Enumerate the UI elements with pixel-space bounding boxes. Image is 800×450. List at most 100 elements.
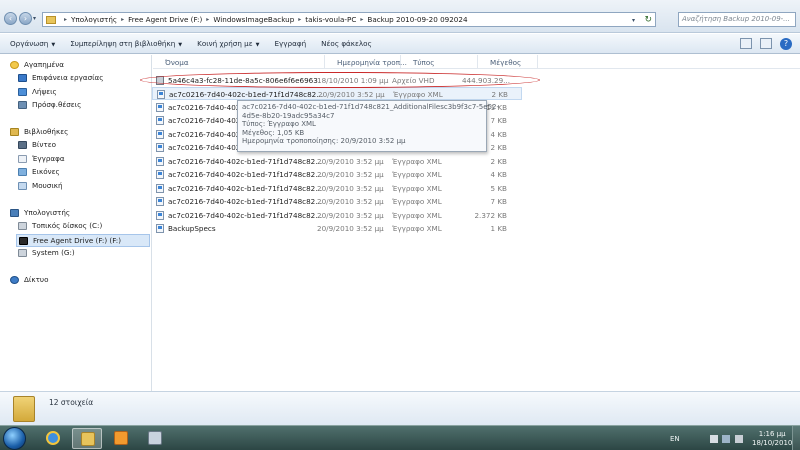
search-input[interactable]: Αναζήτηση Backup 2010-09-... [678,12,796,27]
breadcrumb-drive[interactable]: Free Agent Drive (F:) [128,15,202,24]
chevron-down-icon[interactable]: ▾ [632,17,635,24]
item-count: 12 στοιχεία [49,398,94,407]
xml-file-icon [156,116,164,125]
tooltip-size: Μέγεθος: 1,05 KB [242,128,305,137]
nav-free-agent-drive[interactable]: Free Agent Drive (F:) (F:) [16,234,150,247]
file-size: 2 KB [490,157,507,166]
column-name[interactable]: Όνομα [153,55,325,69]
media-player-icon [114,431,128,445]
new-folder-button[interactable]: Νέος φάκελος [321,39,372,48]
system-clock[interactable]: 1:16 μμ 18/10/2010 [752,430,792,448]
xml-file-icon [156,157,164,166]
file-size: 5 KB [490,184,507,193]
share-with-menu[interactable]: Κοινή χρήση με ▼ [197,39,259,48]
taskbar-network-app[interactable] [140,428,170,449]
file-row[interactable]: ac7c0216-7d40-402c-b1ed-71f1d748c82... 2… [152,155,522,168]
chevron-down-icon: ▼ [51,42,56,48]
xml-file-icon [156,211,164,220]
nav-pictures[interactable]: Εικόνες [18,167,60,176]
network-icon [10,275,19,284]
file-date: 20/9/2010 3:52 μμ [317,211,384,220]
external-drive-icon [19,236,28,245]
show-desktop-button[interactable] [792,426,800,450]
taskbar: EN 1:16 μμ 18/10/2010 [0,425,800,450]
clock-time: 1:16 μμ [758,430,786,438]
include-library-label: Συμπερίληψη στη βιβλιοθήκη [70,39,176,48]
nav-recent-places[interactable]: Πρόσφ.θέσεις [18,100,81,109]
nav-local-disk[interactable]: Τοπικός δίσκος (C:) [18,221,102,230]
recent-places-icon [18,100,27,109]
computer-icon [10,208,19,217]
file-date: 20/9/2010 3:52 μμ [317,197,384,206]
folder-icon [81,432,95,446]
column-size[interactable]: Μέγεθος [478,55,538,69]
language-indicator[interactable]: EN [670,435,680,443]
back-button[interactable]: ‹ [4,12,17,25]
refresh-icon[interactable]: ↻ [644,15,652,25]
xml-file-icon [156,143,164,152]
file-size: 2 KB [491,90,508,99]
address-bar-row: ‹ › ▾ ▸ Υπολογιστής ▸ Free Agent Drive (… [0,0,800,33]
file-size: 7 KB [490,197,507,206]
taskbar-internet-explorer[interactable] [38,428,68,449]
file-name: ac7c0216-7d40-402c-b1ed-71f1d748c82... [168,197,323,206]
preview-pane-icon[interactable] [760,38,772,49]
nav-favorites[interactable]: Αγαπημένα [10,60,64,69]
nav-libraries[interactable]: Βιβλιοθήκες [10,127,68,136]
include-in-library-menu[interactable]: Συμπερίληψη στη βιβλιοθήκη ▼ [70,39,182,48]
documents-icon [18,154,27,163]
network-status-icon[interactable] [722,435,730,443]
help-icon[interactable]: ? [780,38,792,50]
file-row[interactable]: ac7c0216-7d40-402c-b1ed-71f1d748c82... 2… [152,168,522,181]
chevron-right-icon[interactable]: ▸ [206,16,209,23]
file-row[interactable]: ac7c0216-7d40-402c-b1ed-71f1d748c82... 2… [152,209,522,222]
taskbar-media-player[interactable] [106,428,136,449]
burn-button[interactable]: Εγγραφή [275,39,307,48]
file-row[interactable]: ac7c0216-7d40-402c-b1ed-71f1d748c82... 2… [152,195,522,208]
nav-videos[interactable]: Βίντεο [18,140,56,149]
breadcrumb-backup[interactable]: Backup 2010-09-20 092024 [367,15,467,24]
breadcrumb-pc[interactable]: takis-voula-PC [305,15,356,24]
breadcrumb-computer[interactable]: Υπολογιστής [71,15,117,24]
column-date[interactable]: Ημερομηνία τροπ... [325,55,407,69]
file-size: 2.372 KB [474,211,507,220]
nav-desktop[interactable]: Επιφάνεια εργασίας [18,73,104,82]
chevron-right-icon[interactable]: ▸ [360,16,363,23]
file-type: Έγγραφο XML [392,157,442,166]
file-row[interactable]: BackupSpecs 20/9/2010 3:52 μμ Έγγραφο XM… [152,222,522,235]
file-name: ac7c0216-7d40-402c-b1ed-71f1d748c82... [168,184,323,193]
file-row[interactable]: ac7c0216-7d40-402c-b1ed-71f1d748c82... 2… [152,87,522,100]
start-button[interactable] [3,427,26,450]
file-name: ac7c0216-7d40-402c-b1ed-71f1d748c82... [168,157,323,166]
file-row[interactable]: ac7c0216-7d40-402c-b1ed-71f1d748c82... 2… [152,182,522,195]
nav-label: Τοπικός δίσκος (C:) [32,221,103,230]
action-center-icon[interactable] [710,435,718,443]
organize-menu[interactable]: Οργάνωση ▼ [10,39,55,48]
file-date: 20/9/2010 3:52 μμ [317,157,384,166]
chevron-right-icon[interactable]: ▸ [121,16,124,23]
nav-downloads[interactable]: Λήψεις [18,87,57,96]
nav-computer[interactable]: Υπολογιστής [10,208,70,217]
folder-icon [13,396,35,422]
nav-music[interactable]: Μουσική [18,181,63,190]
file-type: Έγγραφο XML [392,224,442,233]
forward-button[interactable]: › [19,12,32,25]
chevron-right-icon[interactable]: ▸ [298,16,301,23]
chevron-down-icon: ▼ [178,42,183,48]
change-view-icon[interactable] [740,38,752,49]
column-type[interactable]: Τύπος [401,55,478,69]
chevron-right-icon[interactable]: ▸ [64,16,67,23]
star-icon [10,60,19,69]
nav-network[interactable]: Δίκτυο [10,275,48,284]
file-date: 20/9/2010 3:52 μμ [317,170,384,179]
taskbar-windows-explorer[interactable] [72,428,102,449]
nav-documents[interactable]: Έγγραφα [18,154,65,163]
xml-file-icon [156,130,164,139]
xml-file-icon [157,90,165,99]
address-field[interactable]: ▸ Υπολογιστής ▸ Free Agent Drive (F:) ▸ … [42,12,656,27]
nav-system-drive[interactable]: System (G:) [18,248,75,257]
volume-icon[interactable] [735,435,743,443]
command-bar: Οργάνωση ▼ Συμπερίληψη στη βιβλιοθήκη ▼ Κο… [0,34,800,54]
recent-pages-dropdown-icon[interactable]: ▾ [33,15,36,22]
breadcrumb-windowsimagebackup[interactable]: WindowsImageBackup [213,15,294,24]
